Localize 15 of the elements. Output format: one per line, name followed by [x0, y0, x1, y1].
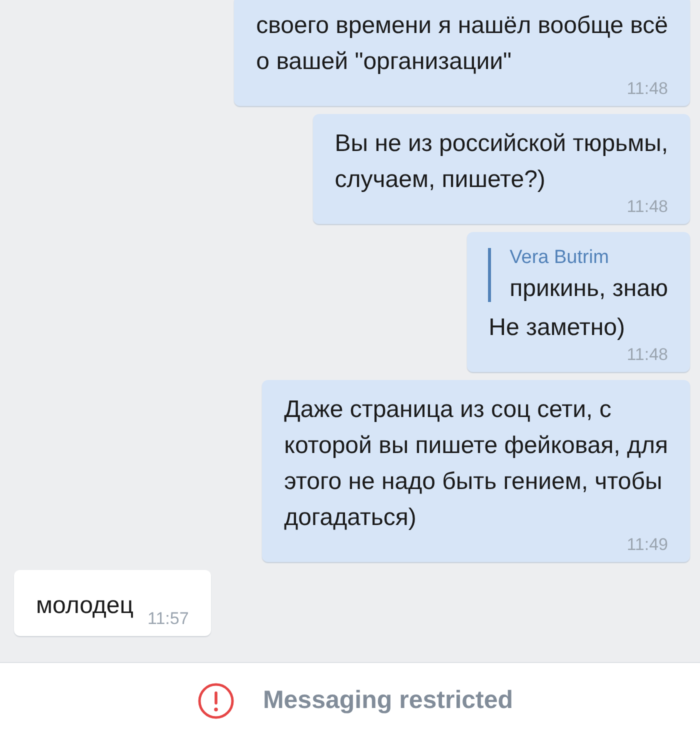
message-time: 11:48	[626, 198, 668, 216]
message-text: Даже страница из соц сети, с которой вы пишете фейковая, для этого не надо быть гением, чтобы догадаться)	[284, 395, 668, 533]
message-time: 11:48	[626, 80, 668, 98]
message-text: Вы не из российской тюрьмы, случаем, пишете?)	[334, 129, 668, 195]
message-text: Не заметно)	[488, 313, 626, 343]
restriction-notice: Messaging restricted	[262, 686, 514, 715]
warning-icon	[196, 682, 235, 720]
message-time: 11:57	[148, 610, 189, 628]
quote-bar	[488, 248, 491, 302]
quote-author: Vera Butrim	[510, 246, 610, 270]
quote-text: прикинь, знаю	[510, 274, 668, 304]
message-text: своего времени я нашёл вообще всё о вашей "организации"	[256, 11, 668, 77]
message-text: молодец	[36, 591, 134, 621]
message-time: 11:48	[626, 346, 668, 364]
message-time: 11:49	[626, 536, 668, 554]
